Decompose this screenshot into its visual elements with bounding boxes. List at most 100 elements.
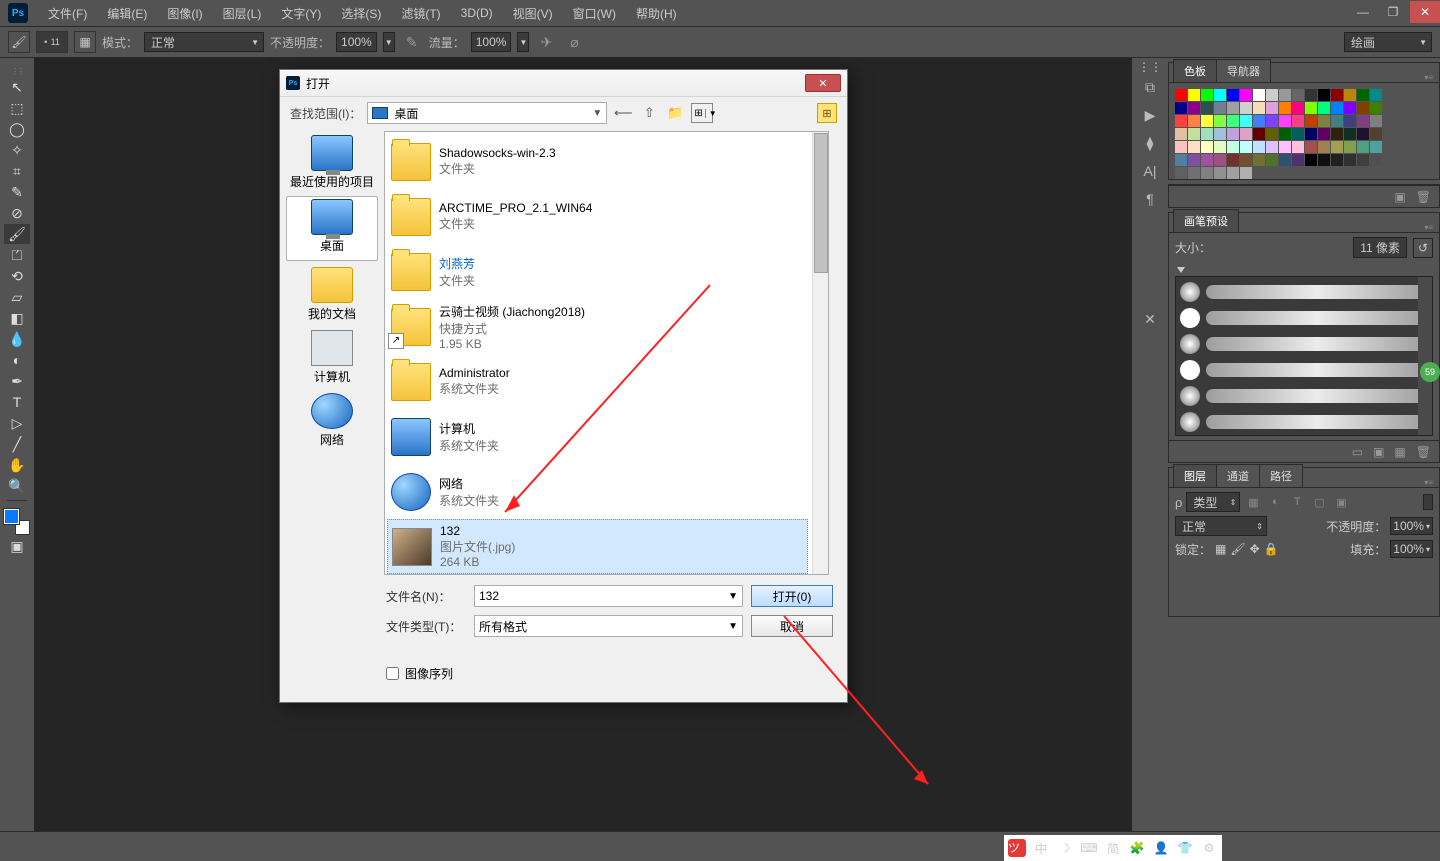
swatch[interactable]: [1214, 154, 1226, 166]
history-panel-icon[interactable]: ⧉: [1136, 74, 1164, 100]
swatch[interactable]: [1266, 89, 1278, 101]
swatch[interactable]: [1214, 102, 1226, 114]
swatch[interactable]: [1292, 89, 1304, 101]
swatch[interactable]: [1318, 89, 1330, 101]
swatch[interactable]: [1188, 154, 1200, 166]
place-network[interactable]: 网络: [280, 391, 384, 454]
adjustments-panel-icon[interactable]: ✕: [1136, 306, 1164, 332]
new-folder-icon[interactable]: 📁: [665, 103, 685, 123]
ime-puzzle-icon[interactable]: 🧩: [1126, 837, 1148, 859]
filter-kind-dropdown[interactable]: 类型⇕: [1186, 492, 1240, 512]
tab-brush-presets[interactable]: 画笔预设: [1173, 209, 1239, 232]
swatch[interactable]: [1331, 154, 1343, 166]
brush-size-value[interactable]: 11 像素: [1353, 237, 1407, 258]
filter-pixel-icon[interactable]: ▦: [1244, 493, 1262, 511]
swatch[interactable]: [1344, 154, 1356, 166]
file-list[interactable]: Shadowsocks-win-2.3文件夹ARCTIME_PRO_2.1_WI…: [384, 131, 829, 575]
back-icon[interactable]: ⟵: [613, 103, 633, 123]
opacity-slider-toggle[interactable]: ▼: [383, 32, 395, 52]
swatch[interactable]: [1227, 141, 1239, 153]
properties-panel-icon[interactable]: ⧫: [1136, 130, 1164, 156]
swatch[interactable]: [1201, 154, 1213, 166]
swatch[interactable]: [1279, 89, 1291, 101]
doc-icon[interactable]: ▭: [1352, 445, 1363, 459]
swatch[interactable]: [1253, 128, 1265, 140]
ime-moon-icon[interactable]: ☽: [1054, 837, 1076, 859]
place-recent[interactable]: 最近使用的项目: [280, 133, 384, 196]
swatch[interactable]: [1266, 102, 1278, 114]
lasso-tool[interactable]: ◯: [4, 119, 30, 139]
brush-flip-icon[interactable]: ↺: [1413, 238, 1433, 258]
swatch[interactable]: [1175, 167, 1187, 179]
swatch[interactable]: [1318, 141, 1330, 153]
swatch[interactable]: [1331, 89, 1343, 101]
file-item[interactable]: Administrator系统文件夹: [387, 354, 808, 409]
file-item[interactable]: ARCTIME_PRO_2.1_WIN64文件夹: [387, 189, 808, 244]
swatch[interactable]: [1188, 167, 1200, 179]
swatch[interactable]: [1370, 141, 1382, 153]
swatch[interactable]: [1175, 154, 1187, 166]
panel-menu-icon[interactable]: ▾≡: [1424, 73, 1433, 82]
filter-type-icon[interactable]: T: [1288, 493, 1306, 511]
swatch[interactable]: [1305, 141, 1317, 153]
shape-tool[interactable]: ╱: [4, 434, 30, 454]
swatch[interactable]: [1227, 102, 1239, 114]
dodge-tool[interactable]: ◐: [4, 350, 30, 370]
character-panel-icon[interactable]: A|: [1136, 158, 1164, 184]
menu-layer[interactable]: 图层(L): [215, 3, 270, 24]
filetype-combo[interactable]: 所有格式▼: [474, 615, 743, 637]
swatch[interactable]: [1253, 115, 1265, 127]
ime-logo-icon[interactable]: ツ: [1008, 839, 1026, 857]
swatch[interactable]: [1201, 115, 1213, 127]
place-computer[interactable]: 计算机: [280, 328, 384, 391]
swatch[interactable]: [1305, 89, 1317, 101]
flow-slider-toggle[interactable]: ▼: [517, 32, 529, 52]
swatch[interactable]: [1279, 128, 1291, 140]
gradient-tool[interactable]: ◧: [4, 308, 30, 328]
tab-swatches[interactable]: 色板: [1173, 59, 1217, 82]
swatch[interactable]: [1175, 128, 1187, 140]
swatch[interactable]: [1240, 141, 1252, 153]
trash-icon[interactable]: 🗑: [1416, 190, 1431, 204]
hand-tool[interactable]: ✋: [4, 455, 30, 475]
swatch[interactable]: [1370, 154, 1382, 166]
swatch[interactable]: [1305, 102, 1317, 114]
pin-icon[interactable]: ⊞: [817, 103, 837, 123]
healing-brush-tool[interactable]: ⊘: [4, 203, 30, 223]
swatch[interactable]: [1240, 102, 1252, 114]
swatch[interactable]: [1357, 141, 1369, 153]
swatch[interactable]: [1292, 102, 1304, 114]
swatch[interactable]: [1344, 128, 1356, 140]
swatch[interactable]: [1292, 141, 1304, 153]
swatch[interactable]: [1175, 141, 1187, 153]
brush-size-slider[interactable]: [1175, 264, 1433, 276]
brush-preset-picker[interactable]: • 11: [36, 31, 68, 53]
filename-combo[interactable]: 132▼: [474, 585, 743, 607]
swatch[interactable]: [1253, 102, 1265, 114]
swatch[interactable]: [1292, 115, 1304, 127]
brush-tool[interactable]: 🖌: [4, 224, 30, 244]
ime-keyboard-icon[interactable]: ⌨: [1078, 837, 1100, 859]
swatch[interactable]: [1214, 128, 1226, 140]
swatch[interactable]: [1266, 128, 1278, 140]
flow-value[interactable]: 100%: [471, 32, 512, 52]
swatch[interactable]: [1318, 154, 1330, 166]
layer-opacity-value[interactable]: 100%▾: [1390, 517, 1433, 535]
up-folder-icon[interactable]: ⇧: [639, 103, 659, 123]
menu-window[interactable]: 窗口(W): [565, 3, 624, 24]
swatch[interactable]: [1357, 154, 1369, 166]
swatch[interactable]: [1292, 128, 1304, 140]
swatch[interactable]: [1201, 89, 1213, 101]
panel-grip-icon[interactable]: [0, 66, 34, 76]
file-item[interactable]: 网络系统文件夹: [387, 464, 808, 519]
swatch[interactable]: [1214, 167, 1226, 179]
brush-list[interactable]: [1175, 276, 1433, 436]
path-select-tool[interactable]: ▷: [4, 413, 30, 433]
menu-file[interactable]: 文件(F): [40, 3, 95, 24]
trash-icon[interactable]: 🗑: [1416, 445, 1431, 459]
swatch[interactable]: [1188, 115, 1200, 127]
maximize-button[interactable]: ❐: [1378, 1, 1408, 23]
swatch[interactable]: [1305, 128, 1317, 140]
menu-image[interactable]: 图像(I): [159, 3, 210, 24]
swatch[interactable]: [1188, 89, 1200, 101]
